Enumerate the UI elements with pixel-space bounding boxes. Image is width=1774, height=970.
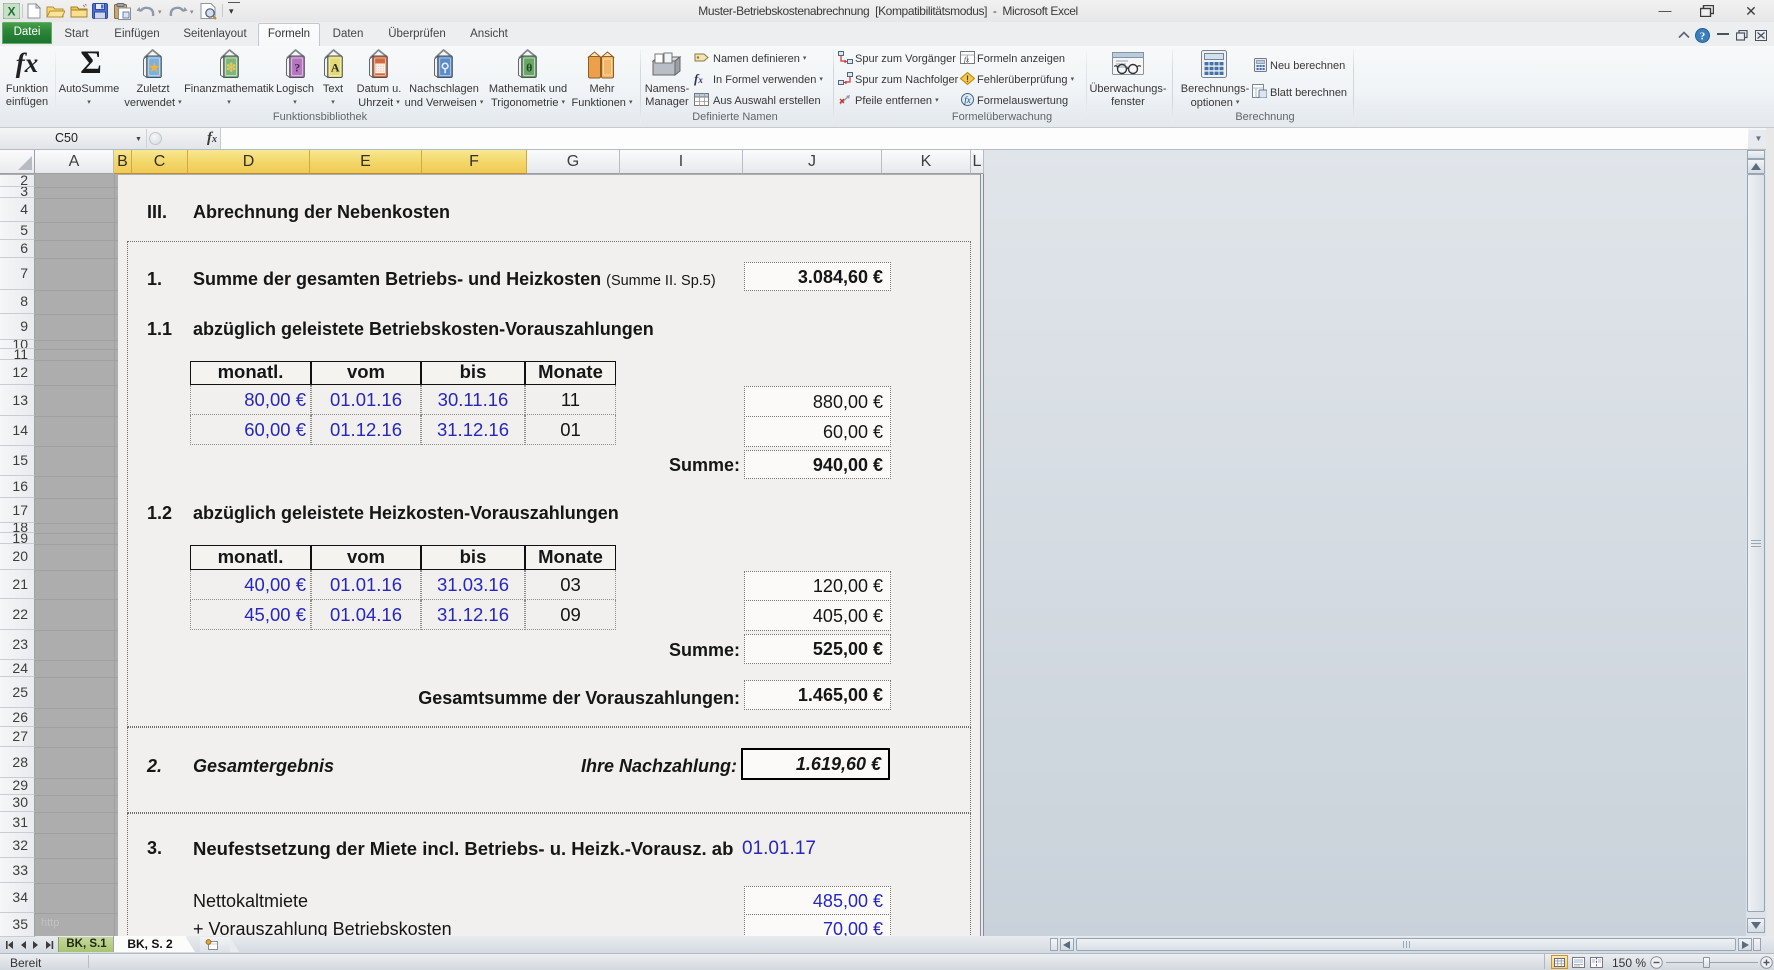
svg-text:?: ? [1700, 31, 1706, 43]
svg-text:★: ★ [149, 61, 160, 75]
svg-text:X: X [7, 5, 15, 19]
svg-text:fx: fx [964, 56, 970, 64]
svg-text:!: ! [966, 74, 969, 84]
svg-text:θ: θ [526, 61, 532, 75]
svg-text:fx: fx [964, 95, 971, 105]
svg-text:❇: ❇ [226, 61, 236, 75]
svg-text:⚲: ⚲ [441, 61, 450, 75]
svg-text:▦: ▦ [375, 61, 386, 75]
svg-text:A: A [331, 61, 340, 75]
svg-text:?: ? [294, 61, 300, 75]
